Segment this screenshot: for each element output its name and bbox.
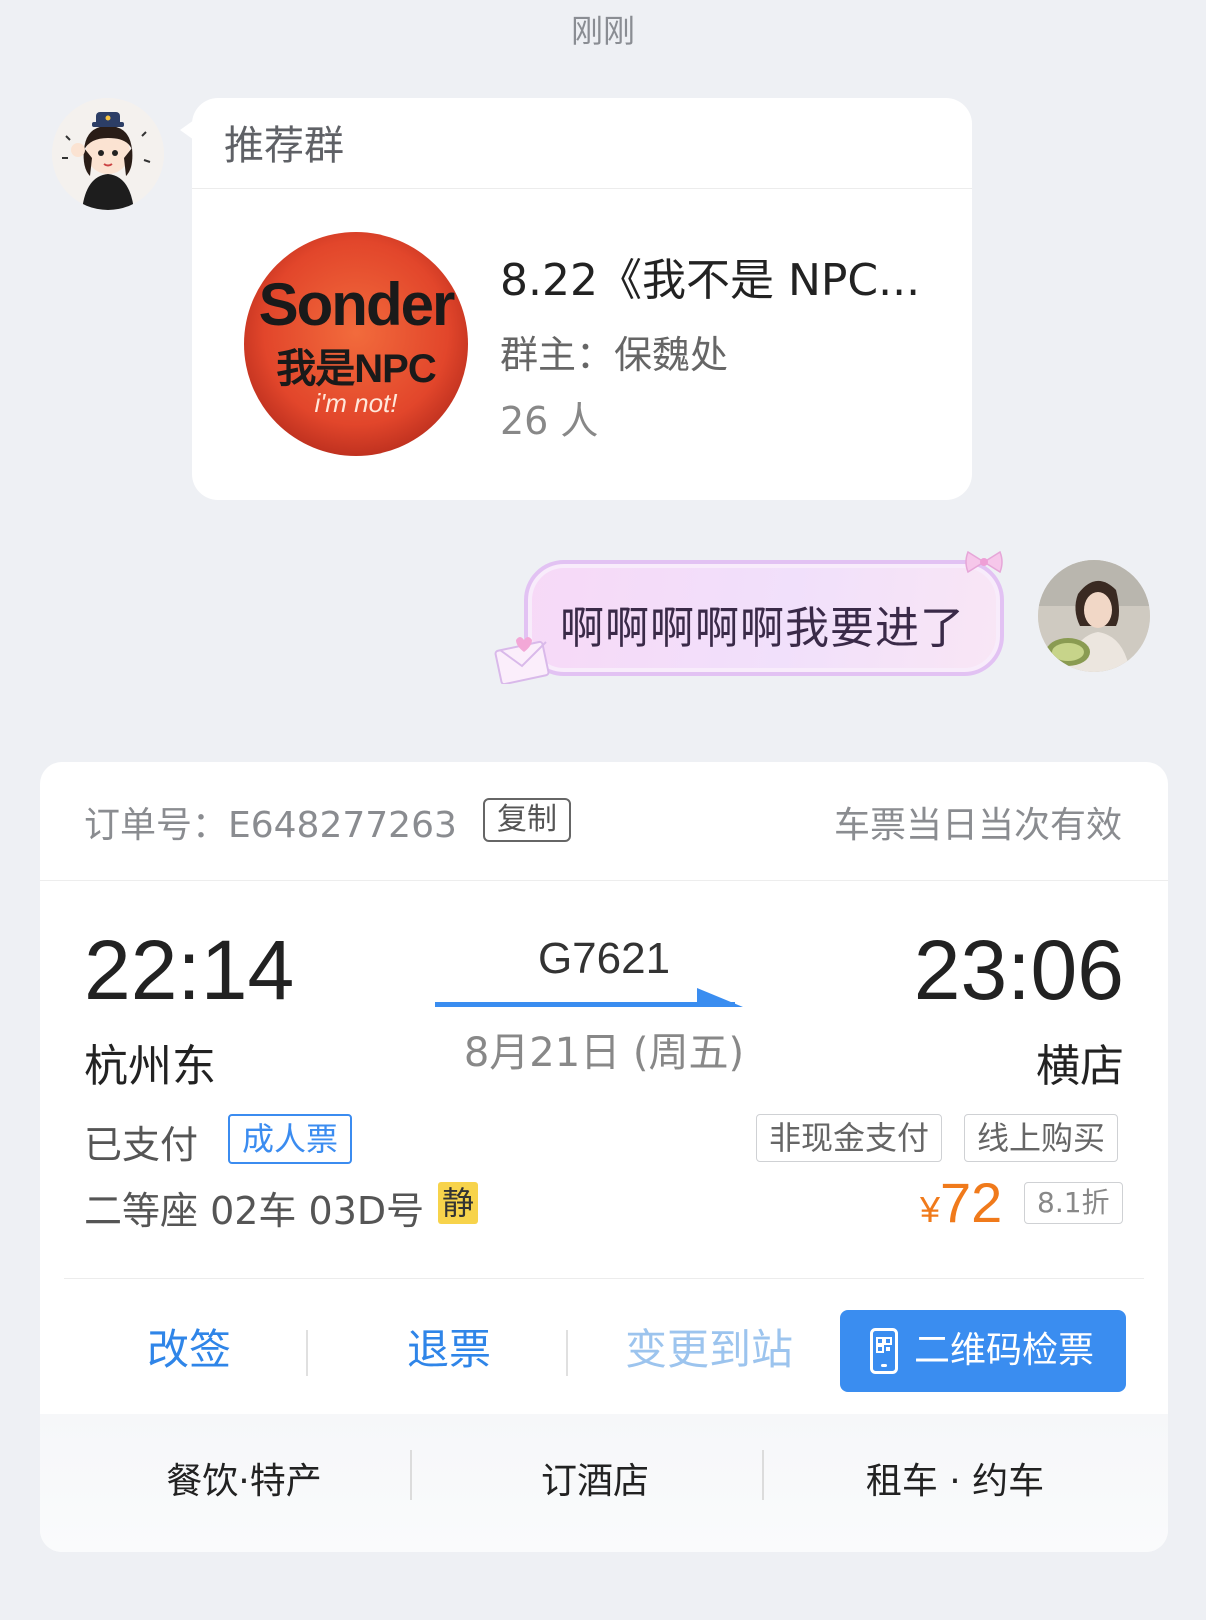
bow-decoration-icon xyxy=(965,550,1003,574)
ticket-validity: 车票当日当次有效 xyxy=(833,805,1122,846)
train-ticket-card: 订单号：E648277263 复制 车票当日当次有效 22:14 杭州东 G76… xyxy=(40,762,1168,1552)
price-amount: 72 xyxy=(940,1171,1003,1234)
divider xyxy=(64,1278,1144,1279)
divider xyxy=(762,1450,764,1500)
qr-check-button[interactable]: 二维码检票 xyxy=(840,1310,1126,1392)
change-station-button[interactable]: 变更到站 xyxy=(604,1310,814,1390)
order-number: 订单号：E648277263 xyxy=(84,805,457,846)
divider xyxy=(566,1330,568,1376)
sender-avatar[interactable] xyxy=(52,98,164,210)
ticket-price: ¥72 xyxy=(920,1170,1002,1235)
group-owner: 群主：保魏处 xyxy=(500,333,729,377)
payment-method-tag: 非现金支付 xyxy=(756,1114,943,1162)
travel-date: 8月21日 (周五) xyxy=(463,1030,745,1076)
price-currency: ¥ xyxy=(920,1189,941,1230)
change-ticket-button[interactable]: 改签 xyxy=(84,1310,294,1390)
group-recommendation-card[interactable]: 推荐群 Sonder 我是NPC i'm not! 8.22《我不是 NPC..… xyxy=(180,98,972,500)
discount-badge: 8.1折 xyxy=(1024,1182,1123,1224)
group-logo-text-3: i'm not! xyxy=(314,388,398,418)
group-logo-text-2: 我是NPC xyxy=(276,347,436,391)
reply-message-bubble[interactable]: 啊啊啊啊啊我要进了 xyxy=(524,560,1004,676)
payment-status: 已支付 xyxy=(84,1123,199,1167)
arrival-station: 横店 xyxy=(1036,1041,1124,1092)
service-bar: 餐饮·特产 订酒店 租车 · 约车 xyxy=(40,1414,1168,1552)
copy-order-button[interactable]: 复制 xyxy=(483,798,571,842)
photo-avatar-icon xyxy=(1038,560,1150,672)
group-logo: Sonder 我是NPC i'm not! xyxy=(244,232,468,456)
divider xyxy=(410,1450,412,1500)
group-member-count: 26 人 xyxy=(500,399,599,443)
phone-qr-icon xyxy=(870,1328,898,1374)
group-name: 8.22《我不是 NPC... xyxy=(500,255,921,306)
user-avatar[interactable] xyxy=(1038,560,1150,672)
route-arrow-icon xyxy=(435,988,743,1007)
qr-check-label: 二维码检票 xyxy=(914,1330,1095,1371)
food-specialty-link[interactable]: 餐饮·特产 xyxy=(96,1452,392,1504)
arrival-time: 23:06 xyxy=(913,923,1124,1017)
reply-message-text: 啊啊啊啊啊我要进了 xyxy=(560,603,965,654)
cartoon-avatar-icon xyxy=(52,98,164,210)
group-logo-text-1: Sonder xyxy=(258,271,456,338)
seat-info: 二等座 02车 03D号 xyxy=(84,1189,425,1233)
ticket-header: 订单号：E648277263 复制 车票当日当次有效 xyxy=(40,762,1168,881)
group-card-header: 推荐群 xyxy=(192,98,972,189)
ticket-type-badge: 成人票 xyxy=(228,1114,353,1164)
divider xyxy=(306,1330,308,1376)
book-hotel-link[interactable]: 订酒店 xyxy=(428,1452,762,1504)
envelope-decoration-icon xyxy=(494,637,550,684)
quiet-carriage-badge: 静 xyxy=(438,1182,479,1224)
car-rental-link[interactable]: 租车 · 约车 xyxy=(780,1452,1130,1504)
timestamp: 刚刚 xyxy=(570,12,635,50)
refund-ticket-button[interactable]: 退票 xyxy=(344,1310,554,1390)
purchase-channel-tag: 线上购买 xyxy=(964,1114,1119,1162)
